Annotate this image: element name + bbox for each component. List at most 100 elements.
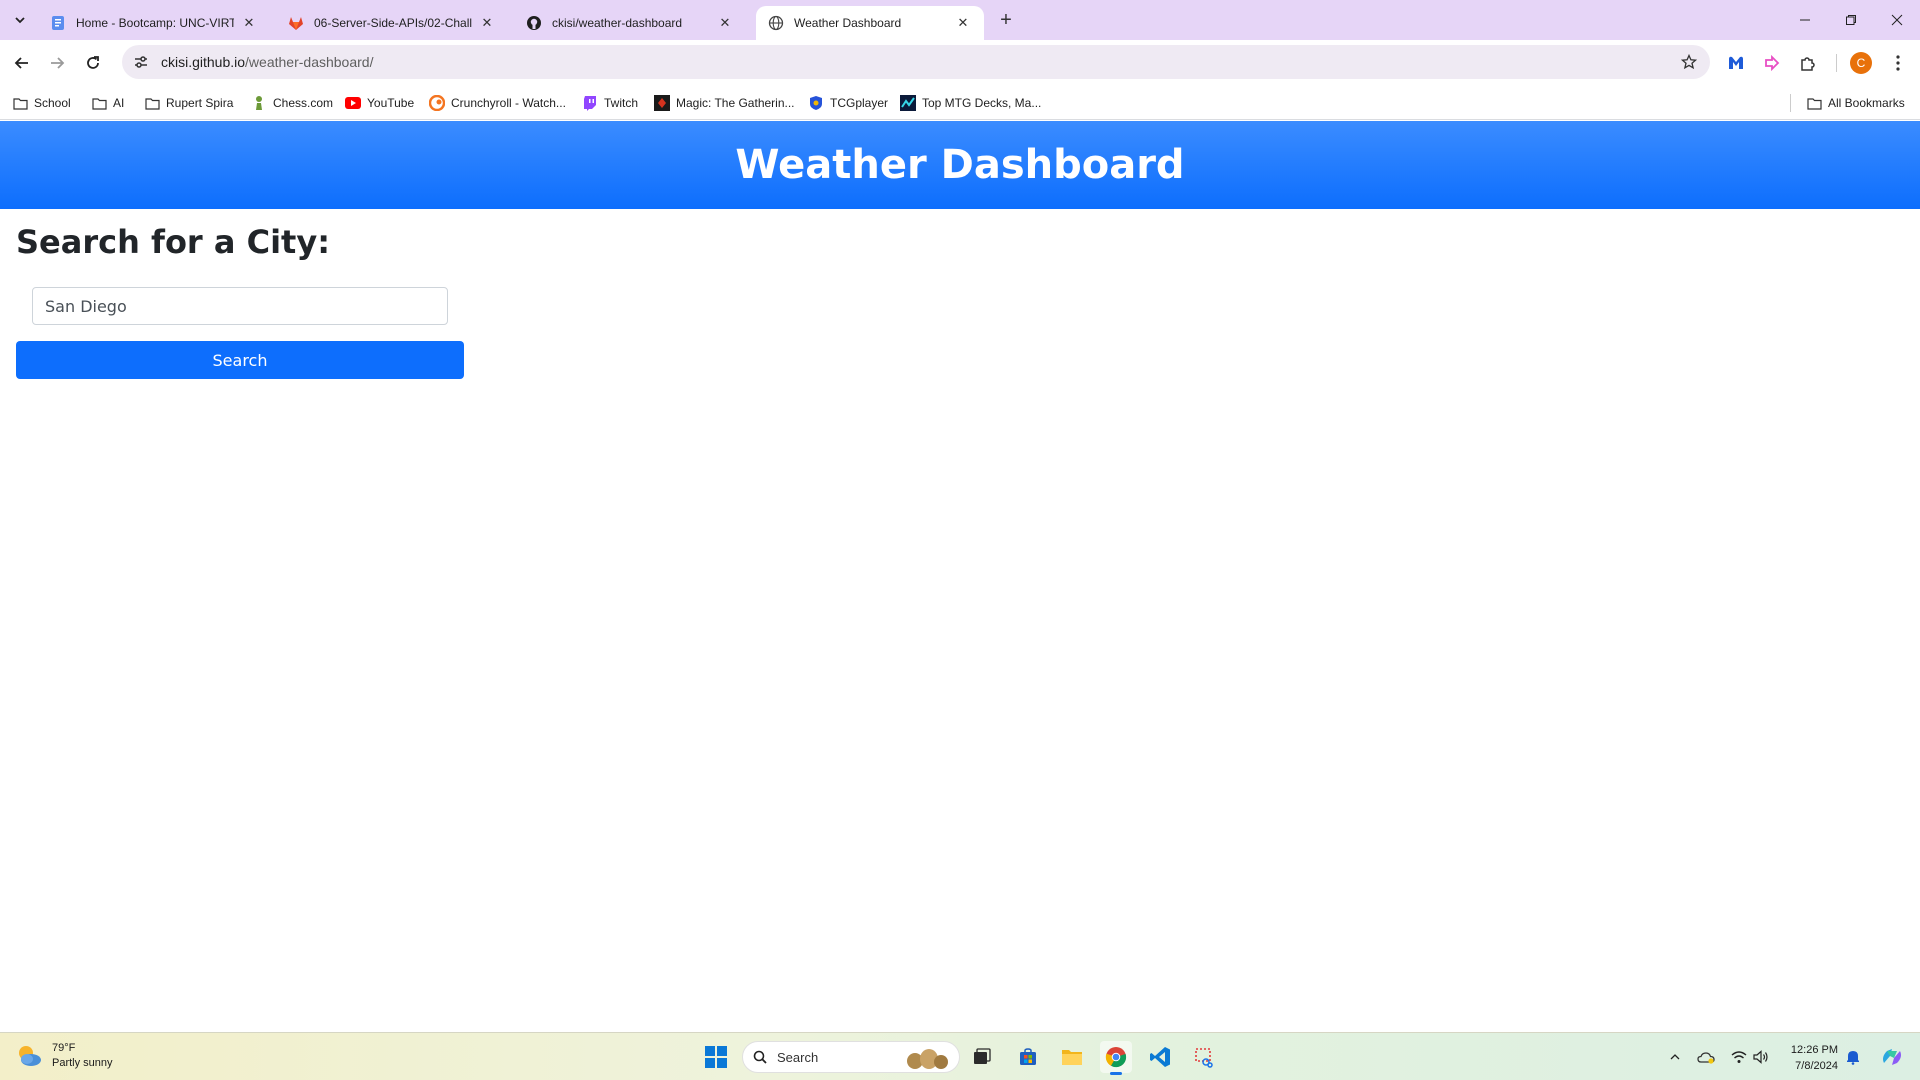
- bookmark-twitch[interactable]: Twitch: [582, 92, 638, 114]
- github-icon: [526, 15, 542, 31]
- folder-icon: [91, 95, 107, 111]
- bookmark-youtube[interactable]: YouTube: [345, 92, 414, 114]
- bookmark-label: AI: [113, 96, 125, 110]
- forward-button[interactable]: [43, 49, 71, 77]
- toolbar-divider: [1836, 54, 1837, 72]
- url-host: ckisi.github.io: [161, 54, 246, 70]
- clock-time: 12:26 PM: [1790, 1044, 1838, 1056]
- search-heading: Search for a City:: [16, 223, 330, 261]
- new-tab-button[interactable]: +: [992, 8, 1020, 32]
- kebab-menu-icon[interactable]: [1886, 51, 1910, 75]
- file-explorer-icon[interactable]: [1056, 1041, 1088, 1073]
- notification-bell-icon[interactable]: [1842, 1041, 1864, 1073]
- bookmark-all-bookmarks[interactable]: All Bookmarks: [1806, 92, 1905, 114]
- tab-gitlab[interactable]: 06-Server-Side-APIs/02-Challen ✕: [276, 6, 508, 40]
- tab-title: ckisi/weather-dashboard: [552, 16, 683, 30]
- weather-widget[interactable]: 79°F Partly sunny: [14, 1041, 113, 1071]
- twitch-icon: [582, 95, 598, 111]
- bookmark-rupert-spira[interactable]: Rupert Spira: [144, 92, 233, 114]
- close-window-icon[interactable]: [1874, 0, 1920, 40]
- snipping-tool-icon[interactable]: [1188, 1041, 1220, 1073]
- malwarebytes-extension-icon[interactable]: [1724, 51, 1748, 75]
- chevron-up-icon[interactable]: [1664, 1041, 1686, 1073]
- tab-search-button[interactable]: [8, 8, 32, 32]
- page-title: Weather Dashboard: [735, 142, 1185, 188]
- globe-icon: [768, 15, 784, 31]
- pink-arrow-extension-icon[interactable]: [1760, 51, 1784, 75]
- mtg-icon: [654, 95, 670, 111]
- arrow-right-icon: [51, 57, 65, 69]
- url-text: ckisi.github.io/weather-dashboard/: [161, 54, 373, 70]
- close-icon[interactable]: ✕: [478, 14, 496, 32]
- reload-icon: [87, 56, 99, 69]
- mtg-decks-icon: [900, 95, 916, 111]
- vscode-icon[interactable]: [1144, 1041, 1176, 1073]
- bookmark-label: Top MTG Decks, Ma...: [922, 96, 1042, 110]
- url-path: /weather-dashboard/: [245, 54, 374, 70]
- city-search-input[interactable]: San Diego: [32, 287, 448, 325]
- bookmark-label: Rupert Spira: [166, 96, 234, 110]
- chevron-down-icon: [15, 17, 25, 24]
- tab-title: Weather Dashboard: [794, 16, 902, 30]
- puzzle-extensions-icon[interactable]: [1796, 51, 1820, 75]
- chrome-icon[interactable]: [1100, 1041, 1132, 1075]
- bookmark-label: Twitch: [604, 96, 639, 110]
- tab-bootcamp[interactable]: Home - Bootcamp: UNC-VIRT-F ✕: [38, 6, 270, 40]
- tcgplayer-icon: [808, 95, 824, 111]
- close-icon[interactable]: ✕: [954, 14, 972, 32]
- windows-logo-icon: [705, 1046, 727, 1068]
- bookmark-mtg-decks[interactable]: Top MTG Decks, Ma...: [900, 92, 1041, 114]
- minimize-icon[interactable]: [1782, 0, 1828, 40]
- tab-strip: Home - Bootcamp: UNC-VIRT-F ✕ 06-Server-…: [0, 0, 1920, 40]
- folder-icon: [1806, 95, 1822, 111]
- browser-toolbar: ckisi.github.io/weather-dashboard/ C: [0, 40, 1920, 86]
- bookmark-label: All Bookmarks: [1828, 96, 1905, 110]
- onedrive-icon[interactable]: [1695, 1041, 1717, 1073]
- address-bar[interactable]: ckisi.github.io/weather-dashboard/: [122, 45, 1710, 79]
- bookmarks-bar: School AI Rupert Spira Chess.com YouTube…: [0, 86, 1920, 120]
- profile-avatar[interactable]: C: [1850, 52, 1872, 74]
- taskbar-search-placeholder: Search: [777, 1049, 819, 1065]
- tab-title: Home - Bootcamp: UNC-VIRT-F: [76, 16, 234, 30]
- bookmark-school[interactable]: School: [12, 92, 71, 114]
- bookmark-label: School: [34, 96, 71, 110]
- microsoft-store-icon[interactable]: [1012, 1041, 1044, 1073]
- bookmark-chess[interactable]: Chess.com: [251, 92, 333, 114]
- start-button[interactable]: [700, 1041, 732, 1073]
- web-page: Weather Dashboard Search for a City: San…: [0, 121, 1920, 1032]
- close-icon[interactable]: ✕: [716, 14, 734, 32]
- bookmark-ai[interactable]: AI: [91, 92, 124, 114]
- tab-github[interactable]: ckisi/weather-dashboard ✕: [514, 6, 746, 40]
- chess-pawn-icon: [251, 95, 267, 111]
- site-info-icon[interactable]: [127, 48, 155, 76]
- bookmark-crunchyroll[interactable]: Crunchyroll - Watch...: [429, 92, 566, 114]
- bookmark-tcgplayer[interactable]: TCGplayer: [808, 92, 888, 114]
- bookmark-label: TCGplayer: [830, 96, 889, 110]
- weather-desc: Partly sunny: [52, 1057, 113, 1069]
- taskbar-search[interactable]: Search: [742, 1041, 960, 1073]
- reload-button[interactable]: [79, 49, 107, 77]
- task-view-icon[interactable]: [966, 1041, 998, 1073]
- folder-icon: [144, 95, 160, 111]
- arrow-left-icon: [14, 57, 28, 69]
- system-clock[interactable]: 12:26 PM 7/8/2024: [1780, 1042, 1838, 1074]
- youtube-icon: [345, 95, 361, 111]
- bookmark-mtg[interactable]: Magic: The Gatherin...: [654, 92, 795, 114]
- restore-icon[interactable]: [1828, 0, 1874, 40]
- windows-taskbar: 79°F Partly sunny Search 12:26 PM 7/8/20…: [0, 1032, 1920, 1080]
- bookmark-label: YouTube: [367, 96, 415, 110]
- volume-icon[interactable]: [1750, 1041, 1772, 1073]
- clock-date: 7/8/2024: [1795, 1060, 1838, 1072]
- bookmark-star-icon[interactable]: [1678, 51, 1700, 73]
- tab-weather-dashboard[interactable]: Weather Dashboard ✕: [756, 6, 984, 40]
- wifi-icon[interactable]: [1728, 1041, 1750, 1073]
- close-icon[interactable]: ✕: [240, 14, 258, 32]
- back-button[interactable]: [8, 49, 36, 77]
- tab-title: 06-Server-Side-APIs/02-Challen: [314, 16, 472, 30]
- search-icon: [753, 1050, 767, 1064]
- bookmark-label: Magic: The Gatherin...: [676, 96, 795, 110]
- gitlab-icon: [288, 15, 304, 31]
- canvas-doc-icon: [50, 15, 66, 31]
- search-button[interactable]: Search: [16, 341, 464, 379]
- copilot-icon[interactable]: [1876, 1041, 1908, 1073]
